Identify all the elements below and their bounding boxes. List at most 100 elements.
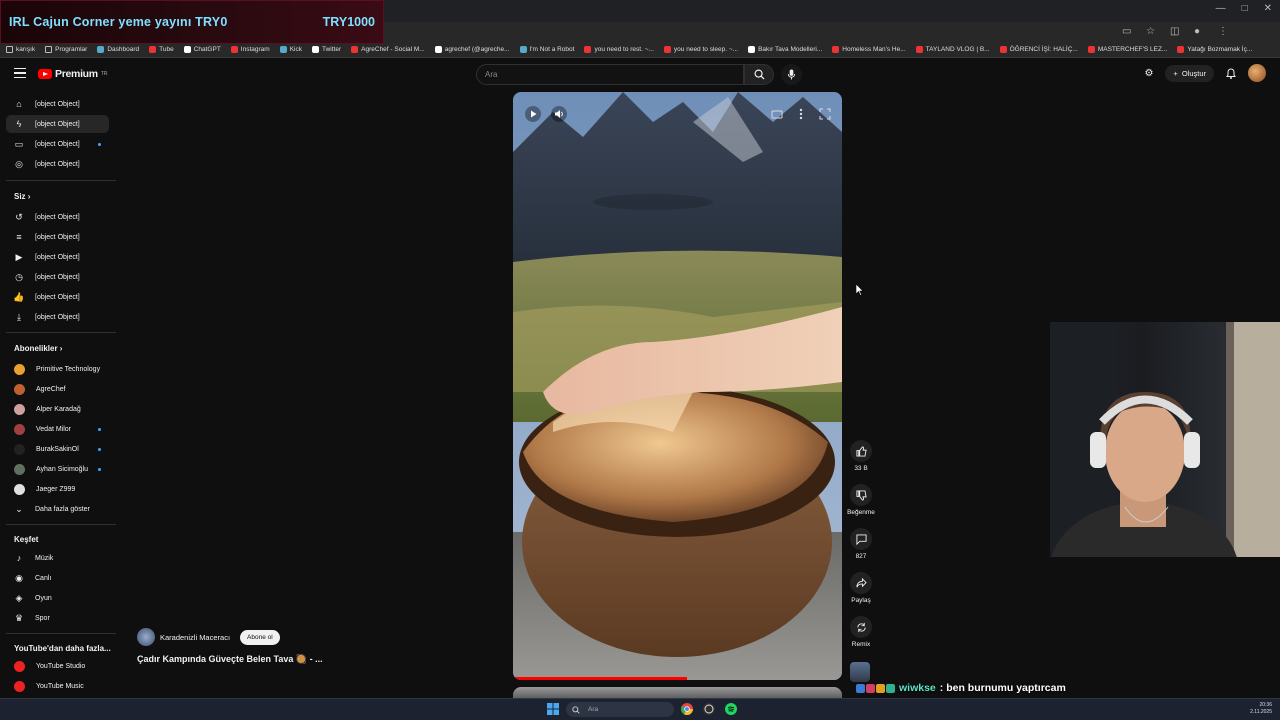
- bookmark-item[interactable]: Instagram: [230, 46, 270, 53]
- sidebar-item[interactable]: ◎ [object Object]: [6, 155, 109, 173]
- bookmark-item[interactable]: Twitter: [311, 46, 341, 53]
- sidebar-item[interactable]: BurakSakinOl: [6, 440, 109, 458]
- bookmark-star-icon[interactable]: ☆: [1146, 26, 1156, 37]
- comments-button[interactable]: 827: [846, 528, 876, 560]
- gear-icon[interactable]: ⚙: [1144, 68, 1153, 79]
- bookmark-item[interactable]: I'm Not a Robot: [519, 46, 574, 53]
- sidebar-item[interactable]: ▶ [object Object]: [6, 248, 109, 266]
- sidebar-item[interactable]: ▭ [object Object]: [6, 135, 109, 153]
- new-content-dot: [98, 467, 101, 471]
- extensions-icon[interactable]: ◫: [1170, 26, 1180, 37]
- sidebar-section-header[interactable]: Keşfet: [14, 535, 38, 544]
- bookmark-item[interactable]: you need to sleep. ~...: [663, 46, 738, 53]
- sidebar-item[interactable]: Vedat Milor: [6, 420, 109, 438]
- obs-icon[interactable]: [703, 703, 715, 715]
- cast-icon[interactable]: ▭: [1122, 26, 1132, 37]
- channel-avatar: [14, 363, 25, 375]
- bookmark-label: Kick: [289, 46, 302, 53]
- windows-start-icon[interactable]: [547, 703, 559, 715]
- sidebar-item[interactable]: YouTube Studio: [6, 657, 109, 675]
- bookmark-item[interactable]: TAYLAND VLOG | B...: [915, 46, 990, 53]
- bookmark-item[interactable]: Dashboard: [97, 46, 139, 53]
- sidebar-item[interactable]: Ayhan Sicimoğlu: [6, 460, 109, 478]
- sidebar-item[interactable]: ⌂ [object Object]: [6, 95, 109, 113]
- spotify-icon[interactable]: [725, 703, 737, 715]
- share-button[interactable]: Paylaş: [846, 572, 876, 604]
- youtube-logo[interactable]: Premium TR: [38, 68, 108, 80]
- short-title[interactable]: Çadır Kampında Güveçte Belen Tava 🥘 - ..…: [137, 654, 323, 665]
- more-options-button[interactable]: [793, 106, 809, 122]
- bookmark-item[interactable]: MASTERCHEF'S LEZ...: [1087, 46, 1167, 53]
- channel-avatar: [14, 383, 25, 395]
- bookmark-item[interactable]: AgreChef - Social M...: [351, 46, 425, 53]
- channel-avatar[interactable]: [137, 628, 155, 646]
- sidebar-item[interactable]: YouTube Music: [6, 677, 109, 695]
- taskbar-search-input[interactable]: Ara: [566, 702, 674, 717]
- sidebar-item[interactable]: ♪ Müzik: [6, 549, 109, 567]
- remix-button[interactable]: Remix: [846, 616, 876, 648]
- sidebar-item[interactable]: ◉ Canlı: [6, 569, 109, 587]
- sidebar-section-header[interactable]: Siz ›: [14, 192, 30, 201]
- channel-name[interactable]: Karadenizli Maceracı: [160, 633, 230, 642]
- sidebar-item[interactable]: ♛ Spor: [6, 609, 109, 627]
- search-input[interactable]: Ara: [476, 64, 744, 85]
- sidebar-item-label: [object Object]: [35, 160, 80, 168]
- menu-dots-icon[interactable]: ⋮: [1218, 26, 1228, 37]
- sidebar-item[interactable]: ⌄ Daha fazla göster: [6, 500, 109, 518]
- bookmark-item[interactable]: ChatGPT: [183, 46, 221, 53]
- bookmark-item[interactable]: Bakır Tava Modelleri...: [748, 46, 822, 53]
- chat-message: wiwkse : ben burnumu yaptırcam: [856, 682, 1066, 694]
- remix-label: Remix: [851, 641, 871, 648]
- short-video-player[interactable]: [513, 92, 842, 680]
- sidebar-section-header[interactable]: YouTube'dan daha fazla...: [14, 644, 111, 653]
- chat-text: : ben burnumu yaptırcam: [939, 682, 1066, 694]
- search-button[interactable]: [744, 64, 774, 85]
- bookmark-item[interactable]: Kick: [279, 46, 302, 53]
- menu-icon[interactable]: [14, 68, 26, 78]
- sidebar-item-label: Primitive Technology: [36, 365, 101, 373]
- sidebar-item[interactable]: Alper Karadağ: [6, 400, 109, 418]
- sidebar-item[interactable]: AgreChef: [6, 380, 109, 398]
- channel-thumbnail[interactable]: [850, 662, 870, 682]
- sidebar-item[interactable]: ◈ Oyun: [6, 589, 109, 607]
- sidebar-item[interactable]: ◷ [object Object]: [6, 268, 109, 286]
- like-button[interactable]: 33 B: [846, 440, 876, 472]
- sidebar-item[interactable]: ⤓ [object Object]: [6, 308, 109, 326]
- chrome-icon[interactable]: [681, 703, 693, 715]
- like-count: 33 B: [854, 465, 868, 472]
- bookmark-item[interactable]: you need to rest. ~...: [584, 46, 654, 53]
- bookmark-item[interactable]: agrechef (@agreche...: [434, 46, 510, 53]
- close-icon[interactable]: ✕: [1264, 3, 1272, 14]
- create-button[interactable]: + Oluştur: [1165, 64, 1214, 82]
- dislike-button[interactable]: Beğenme: [846, 484, 876, 516]
- bell-icon[interactable]: [1226, 67, 1236, 79]
- bookmark-item[interactable]: Homeless Man's He...: [832, 46, 906, 53]
- profile-icon[interactable]: ●: [1194, 26, 1204, 37]
- system-tray[interactable]: 20:36 2.11.2025: [1250, 702, 1272, 716]
- bookmark-label: karışık: [16, 46, 36, 53]
- bookmark-item[interactable]: Programlar: [45, 46, 87, 53]
- volume-button[interactable]: [551, 106, 567, 122]
- captions-button[interactable]: [769, 106, 785, 122]
- sidebar-item[interactable]: 👍 [object Object]: [6, 288, 109, 306]
- sidebar-item[interactable]: ≡ [object Object]: [6, 228, 109, 246]
- sidebar-item[interactable]: Jaeger Z999: [6, 480, 109, 498]
- bookmark-item[interactable]: Yatağı Bozmamak İç...: [1177, 46, 1252, 53]
- subscribe-button[interactable]: Abone ol: [240, 629, 280, 645]
- sidebar-section-header[interactable]: Abonelikler ›: [14, 344, 62, 353]
- fullscreen-button[interactable]: [817, 106, 833, 122]
- minimize-icon[interactable]: —: [1216, 3, 1226, 14]
- bookmark-item[interactable]: Tube: [149, 46, 174, 53]
- video-progress-bar[interactable]: [513, 677, 688, 680]
- play-button[interactable]: [525, 106, 541, 122]
- bookmark-item[interactable]: ÖĞRENCİ İŞİ: HALİÇ...: [999, 46, 1078, 53]
- webcam-frame: [1050, 322, 1280, 557]
- sidebar-item-label: BurakSakinOl: [36, 445, 79, 453]
- sidebar-item[interactable]: ϟ [object Object]: [6, 115, 109, 133]
- bookmark-item[interactable]: karışık: [6, 46, 35, 53]
- maximize-icon[interactable]: □: [1242, 3, 1248, 14]
- voice-search-button[interactable]: [781, 64, 802, 85]
- sidebar-item[interactable]: ↺ [object Object]: [6, 208, 109, 226]
- avatar[interactable]: [1248, 64, 1266, 82]
- sidebar-item[interactable]: Primitive Technology: [6, 360, 109, 378]
